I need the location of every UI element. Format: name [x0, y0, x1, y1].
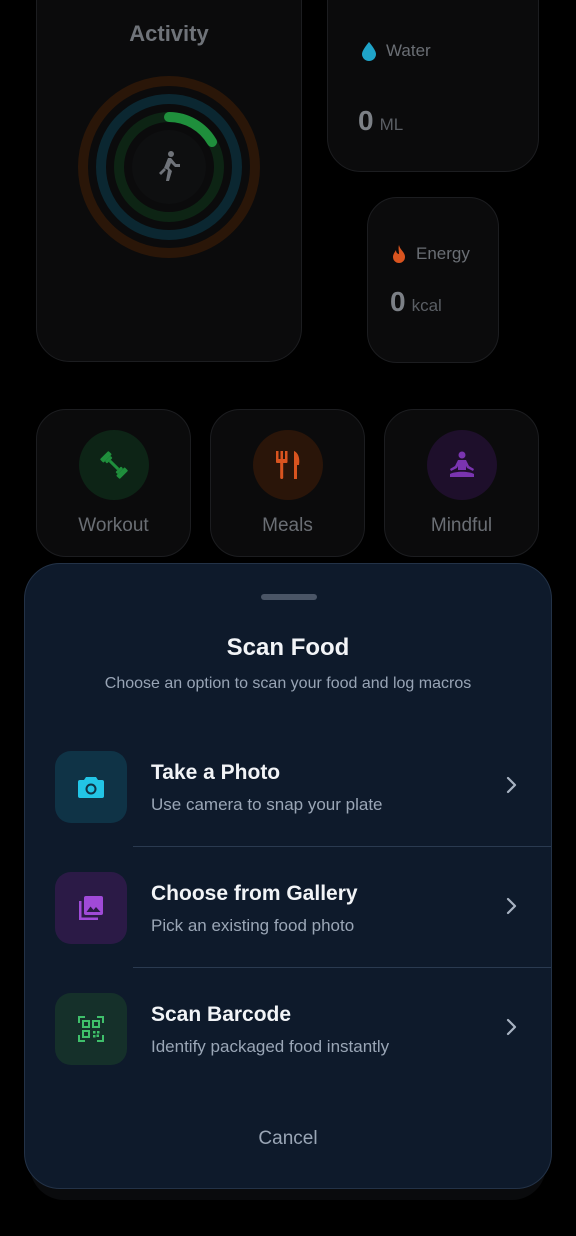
take-photo-option[interactable]: Take a Photo Use camera to snap your pla…: [25, 726, 551, 846]
gallery-icon-box: [55, 872, 127, 944]
meals-icon-circle: [253, 430, 323, 500]
sheet-title: Scan Food: [226, 634, 350, 661]
scan-barcode-option[interactable]: Scan Barcode Identify packaged food inst…: [25, 968, 551, 1088]
energy-value-row: 0 kcal: [390, 286, 442, 318]
cancel-button[interactable]: Cancel: [25, 1128, 551, 1150]
meals-card[interactable]: Meals: [210, 409, 365, 557]
energy-unit: kcal: [411, 296, 442, 315]
take-photo-title: Take a Photo: [151, 761, 281, 784]
take-photo-subtitle: Use camera to snap your plate: [151, 795, 383, 814]
qr-icon-box: [55, 993, 127, 1065]
mindful-icon-circle: [427, 430, 497, 500]
water-value-row: 0 ML: [358, 105, 403, 137]
chevron-right-icon: [506, 897, 517, 915]
workout-card[interactable]: Workout: [36, 409, 191, 557]
energy-value: 0: [390, 286, 406, 317]
water-unit: ML: [379, 115, 404, 134]
water-value: 0: [358, 105, 374, 136]
scan-barcode-subtitle: Identify packaged food instantly: [151, 1037, 390, 1056]
water-drop-icon: [362, 42, 376, 61]
activity-title: Activity: [129, 21, 209, 46]
workout-icon-circle: [79, 430, 149, 500]
activity-rings: [78, 76, 260, 258]
camera-icon-box: [55, 751, 127, 823]
workout-label: Workout: [78, 515, 149, 536]
meals-label: Meals: [262, 515, 313, 536]
dumbbell-icon: [100, 451, 128, 479]
gallery-icon: [79, 896, 103, 920]
choose-gallery-title: Choose from Gallery: [151, 882, 358, 905]
qr-code-icon: [78, 1016, 104, 1042]
sheet-drag-handle[interactable]: [261, 594, 317, 600]
scan-food-sheet: Scan Food Choose an option to scan your …: [24, 563, 552, 1189]
water-label-row: Water: [360, 41, 431, 61]
scan-barcode-title: Scan Barcode: [151, 1003, 292, 1026]
water-label: Water: [386, 41, 431, 60]
chevron-right-icon: [506, 1018, 517, 1036]
chevron-right-icon: [506, 776, 517, 794]
meditation-icon: [450, 451, 474, 477]
mindful-card[interactable]: Mindful: [384, 409, 539, 557]
choose-gallery-option[interactable]: Choose from Gallery Pick an existing foo…: [25, 847, 551, 967]
energy-card[interactable]: Energy 0 kcal: [367, 197, 499, 363]
utensils-icon: [276, 451, 300, 479]
sheet-subtitle: Choose an option to scan your food and l…: [104, 675, 472, 692]
activity-card[interactable]: Activity: [36, 0, 302, 362]
choose-gallery-subtitle: Pick an existing food photo: [151, 916, 355, 935]
water-card[interactable]: Water 0 ML: [327, 0, 539, 172]
flame-icon: [393, 245, 405, 263]
camera-icon: [78, 777, 104, 798]
energy-label: Energy: [416, 244, 470, 263]
energy-label-row: Energy: [390, 244, 470, 264]
mindful-label: Mindful: [430, 515, 493, 536]
